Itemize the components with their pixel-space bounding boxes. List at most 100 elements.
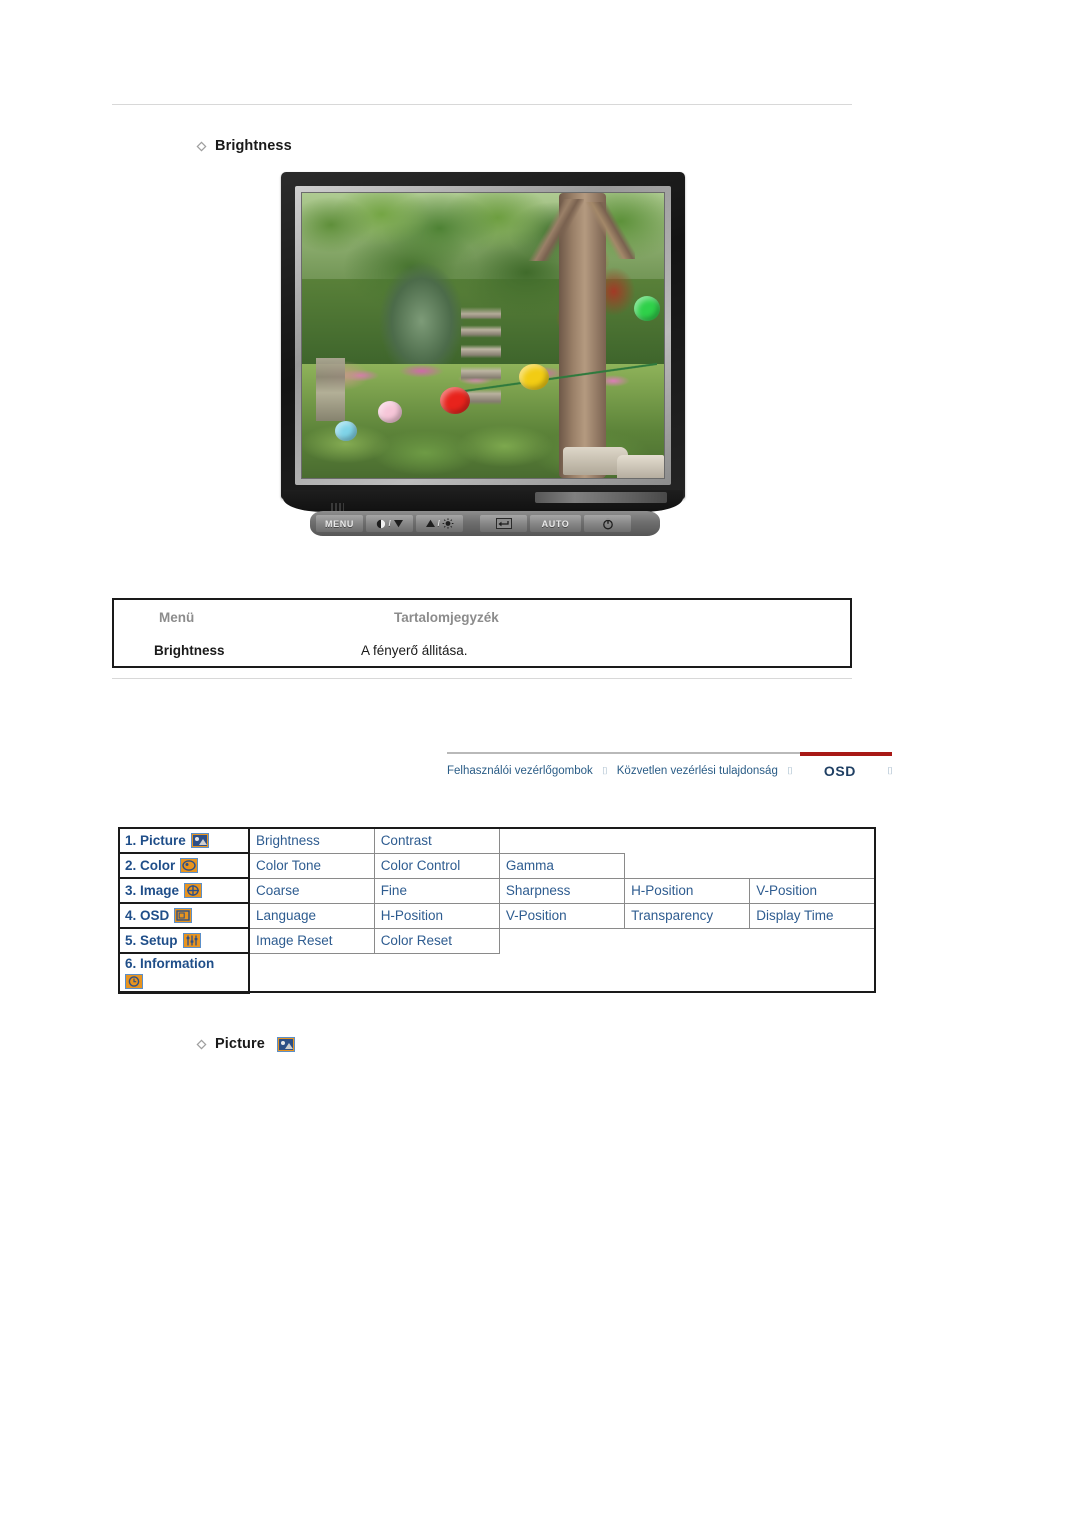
osd-category-label: 5. Setup [125, 933, 178, 948]
arrow-down-icon [394, 520, 404, 528]
brightness-heading-label: Brightness [215, 138, 292, 154]
photo-small-pagoda [316, 358, 346, 421]
osd-empty-cell [625, 928, 750, 953]
photo-branch-right [584, 201, 636, 259]
photo-lantern-pink [378, 401, 403, 424]
osd-category-label: 1. Picture [125, 833, 186, 848]
brightness-up-button[interactable]: / [416, 515, 463, 532]
osd-item-v-position[interactable]: V-Position [498, 902, 626, 929]
tab-direct-control-feature[interactable]: Közvetlen vezérlési tulajdonság [617, 765, 778, 777]
middle-divider [112, 678, 852, 679]
osd-category-label: 2. Color [125, 858, 176, 873]
osd-category-osd[interactable]: 4. OSD [118, 902, 250, 929]
menu-table-cell-description: A fényerő állitása. [361, 642, 468, 658]
brightness-down-button[interactable]: / [366, 515, 413, 532]
osd-item-coarse[interactable]: Coarse [248, 877, 375, 904]
osd-empty-cell [750, 828, 875, 853]
breadcrumb-separator-icon: ⌷ [887, 765, 893, 777]
osd-category-setup[interactable]: 5. Setup [118, 927, 250, 954]
auto-button[interactable]: AUTO [530, 515, 581, 532]
osd-item-fine[interactable]: Fine [373, 877, 500, 904]
osd-item-color-tone[interactable]: Color Tone [248, 852, 375, 879]
osd-category-color[interactable]: 2. Color [118, 852, 250, 879]
brightness-sun-icon [443, 518, 454, 529]
breadcrumb-top-line [447, 752, 800, 754]
osd-item-image-reset[interactable]: Image Reset [248, 927, 375, 954]
picture-icon [190, 833, 209, 848]
photo-lantern-yellow [519, 364, 550, 390]
monitor-illustration: MENU / / AUTO [281, 172, 685, 536]
picture-heading-label: Picture [215, 1036, 265, 1052]
osd-item-display-time[interactable]: Display Time [749, 902, 877, 929]
power-button[interactable] [584, 515, 631, 532]
osd-item-gamma[interactable]: Gamma [498, 852, 626, 879]
table-row: 5. Setup Image Reset Color Reset [118, 927, 875, 954]
menu-table-header-menu: Menü [159, 609, 195, 625]
image-icon [184, 883, 203, 898]
osd-item-language[interactable]: Language [248, 902, 375, 929]
color-icon [180, 858, 199, 873]
osd-item-brightness[interactable]: Brightness [248, 827, 375, 854]
control-bar-spacer [466, 515, 477, 532]
monitor-control-bar: MENU / / AUTO [310, 511, 660, 536]
menu-table-cell-name: Brightness [154, 642, 225, 658]
photo-branch-left [526, 198, 585, 262]
bullet-diamond-icon [195, 1038, 208, 1051]
osd-menu-structure-table: 1. Picture Brightness Contrast 2. Color [118, 827, 877, 994]
picture-section-heading: Picture [195, 1036, 295, 1052]
photo-lantern-red [439, 386, 470, 414]
osd-empty-cell [750, 853, 875, 878]
picture-icon [276, 1036, 295, 1052]
table-row: 2. Color Color Tone Color Control Gamma [118, 852, 875, 879]
tab-user-control-buttons[interactable]: Felhasználói vezérlőgombok [447, 765, 593, 777]
osd-item-sharpness[interactable]: Sharpness [498, 877, 626, 904]
tab-osd[interactable]: OSD [802, 763, 878, 779]
monitor-label-strip [535, 492, 667, 503]
photo-lantern-green [634, 295, 661, 321]
brightness-contrast-icon [376, 519, 385, 528]
bullet-diamond-icon [195, 140, 208, 153]
osd-item-h-position[interactable]: H-Position [373, 902, 500, 929]
osd-empty-cell [625, 828, 750, 853]
osd-category-label: 3. Image [125, 883, 180, 898]
osd-category-information[interactable]: 6. Information [118, 952, 250, 994]
information-icon [125, 973, 143, 989]
osd-icon [174, 908, 193, 923]
osd-category-image[interactable]: 3. Image [118, 877, 250, 904]
table-row: Brightness A fényerő állitása. [114, 634, 850, 666]
osd-category-label: 4. OSD [125, 908, 170, 923]
menu-button[interactable]: MENU [316, 515, 363, 532]
table-row: 6. Information [118, 952, 875, 994]
enter-icon [495, 518, 512, 529]
photo-lantern-blue [334, 421, 357, 441]
osd-empty-cell [499, 828, 624, 853]
photo-rock-secondary [616, 455, 664, 478]
table-row: 3. Image Coarse Fine Sharpness H-Positio… [118, 877, 877, 904]
power-icon [602, 518, 613, 529]
osd-empty-cell [249, 953, 374, 993]
osd-item-transparency[interactable]: Transparency [624, 902, 751, 929]
monitor-inner-frame [295, 186, 671, 485]
osd-item-v-position[interactable]: V-Position [749, 877, 877, 904]
photo-lantern-wire [446, 358, 657, 399]
osd-item-color-control[interactable]: Color Control [373, 852, 500, 879]
osd-empty-cell [750, 953, 875, 993]
osd-empty-cell [625, 953, 750, 993]
menu-description-table: Menü Tartalomjegyzék Brightness A fényer… [112, 598, 852, 668]
osd-category-picture[interactable]: 1. Picture [118, 827, 250, 854]
setup-icon [182, 933, 201, 948]
table-row: 4. OSD Language H-Position V-Position Tr… [118, 902, 877, 929]
osd-empty-cell [499, 928, 624, 953]
osd-empty-cell [625, 853, 750, 878]
enter-button[interactable] [480, 515, 527, 532]
menu-table-header-contents: Tartalomjegyzék [394, 609, 499, 625]
osd-item-contrast[interactable]: Contrast [373, 827, 500, 854]
monitor-bezel [281, 172, 685, 499]
menu-table-header-row: Menü Tartalomjegyzék [114, 600, 850, 634]
brightness-section-heading: Brightness [195, 138, 292, 154]
active-tab-accent-bar [800, 752, 892, 756]
osd-empty-cell [750, 928, 875, 953]
breadcrumb-separator-icon: ⌷ [786, 765, 793, 777]
osd-item-h-position[interactable]: H-Position [624, 877, 751, 904]
osd-item-color-reset[interactable]: Color Reset [373, 927, 500, 954]
